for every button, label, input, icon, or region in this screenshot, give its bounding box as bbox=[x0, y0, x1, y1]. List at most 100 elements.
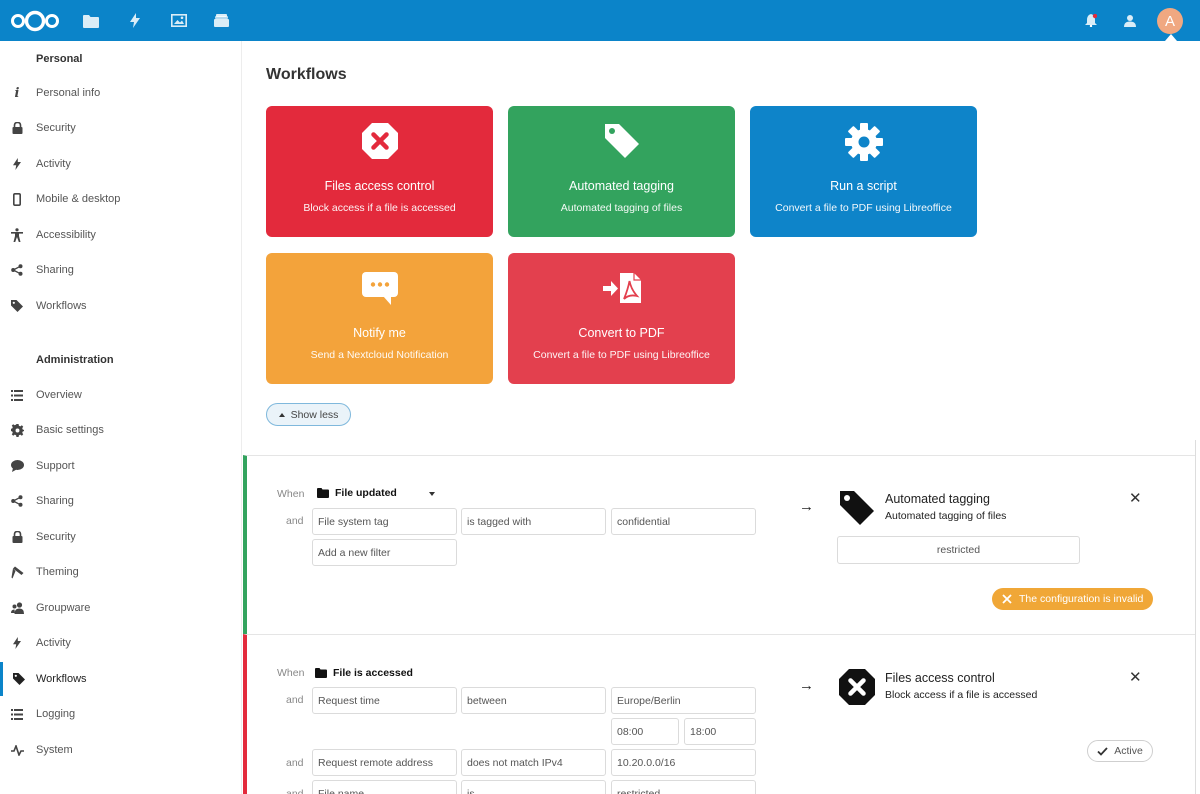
arrow-right-icon: → bbox=[799, 498, 814, 515]
check-value-input[interactable]: 10.20.0.0/16 bbox=[611, 749, 756, 776]
timezone-input[interactable]: Europe/Berlin bbox=[611, 687, 756, 714]
sidebar-item-workflows-personal[interactable]: Workflows bbox=[0, 289, 241, 323]
sidebar-item-label: Mobile & desktop bbox=[36, 193, 121, 205]
status-label: The configuration is invalid bbox=[1019, 593, 1144, 605]
gear-icon bbox=[750, 122, 977, 162]
time-from-input[interactable]: 08:00 bbox=[611, 718, 679, 745]
page-title: Workflows bbox=[266, 66, 347, 83]
check-operator-select[interactable]: is tagged with bbox=[461, 508, 606, 535]
scrollbar-track[interactable] bbox=[1195, 440, 1196, 794]
card-run-a-script[interactable]: Run a script Convert a file to PDF using… bbox=[750, 106, 977, 237]
deck-stack-icon[interactable] bbox=[213, 0, 230, 41]
sidebar-item-theming[interactable]: Theming bbox=[0, 555, 241, 589]
sidebar-item-label: Sharing bbox=[36, 495, 74, 507]
sidebar-item-label: Personal info bbox=[36, 87, 101, 99]
check-field-select[interactable]: File name bbox=[312, 780, 457, 794]
card-automated-tagging[interactable]: Automated tagging Automated tagging of f… bbox=[508, 106, 735, 237]
sidebar-item-workflows[interactable]: Workflows bbox=[0, 662, 241, 696]
lock-icon bbox=[10, 530, 24, 544]
sidebar-item-logging[interactable]: Logging bbox=[0, 697, 241, 731]
lightning-icon bbox=[10, 636, 24, 650]
nextcloud-logo-icon[interactable] bbox=[10, 0, 60, 41]
sidebar-item-mobile-desktop[interactable]: Mobile & desktop bbox=[0, 182, 241, 216]
user-avatar[interactable]: A bbox=[1157, 8, 1183, 34]
show-less-label: Show less bbox=[290, 408, 339, 421]
event-label: File updated bbox=[335, 487, 397, 499]
card-convert-to-pdf[interactable]: Convert to PDF Convert a file to PDF usi… bbox=[508, 253, 735, 384]
sidebar-item-label: Logging bbox=[36, 708, 76, 720]
person-icon bbox=[10, 228, 24, 242]
group-icon bbox=[10, 601, 24, 615]
check-value-input[interactable]: restricted bbox=[611, 780, 756, 794]
status-badge-active[interactable]: Active bbox=[1087, 740, 1153, 762]
card-files-access-control[interactable]: Files access control Block access if a f… bbox=[266, 106, 493, 237]
sidebar-item-system[interactable]: System bbox=[0, 733, 241, 767]
sidebar-item-label: Activity bbox=[36, 637, 71, 649]
photos-image-icon[interactable] bbox=[170, 0, 187, 41]
section-title-administration: Administration bbox=[36, 354, 114, 366]
sidebar-item-sharing-admin[interactable]: Sharing bbox=[0, 484, 241, 518]
sidebar-item-security-admin[interactable]: Security bbox=[0, 520, 241, 554]
and-label: and bbox=[286, 515, 304, 527]
show-less-button[interactable]: Show less bbox=[266, 403, 351, 426]
operation-subtitle: Block access if a file is accessed bbox=[885, 689, 1038, 701]
share-icon bbox=[10, 494, 24, 508]
sidebar-item-activity-admin[interactable]: Activity bbox=[0, 626, 241, 660]
notifications-bell-icon[interactable] bbox=[1084, 0, 1098, 41]
check-value-input[interactable]: confidential bbox=[611, 508, 756, 535]
sidebar-item-label: Groupware bbox=[36, 602, 91, 614]
check-field-select[interactable]: Request time bbox=[312, 687, 457, 714]
sidebar-item-activity[interactable]: Activity bbox=[0, 147, 241, 181]
block-x-icon bbox=[838, 668, 876, 711]
activity-lightning-icon[interactable] bbox=[128, 0, 142, 41]
sidebar-item-overview[interactable]: Overview bbox=[0, 378, 241, 412]
add-filter-select[interactable]: Add a new filter bbox=[312, 539, 457, 566]
card-title: Automated tagging bbox=[569, 179, 674, 193]
sidebar-item-accessibility[interactable]: Accessibility bbox=[0, 218, 241, 252]
check-operator-select[interactable]: is bbox=[461, 780, 606, 794]
event-select[interactable]: File is accessed bbox=[315, 667, 413, 679]
notification-bubble-icon bbox=[266, 269, 493, 309]
operation-title: Automated tagging bbox=[885, 492, 990, 506]
check-field-select[interactable]: Request remote address bbox=[312, 749, 457, 776]
block-x-icon bbox=[266, 122, 493, 162]
sidebar-item-label: Sharing bbox=[36, 264, 74, 276]
time-to-input[interactable]: 18:00 bbox=[684, 718, 756, 745]
sidebar-item-label: Basic settings bbox=[36, 424, 104, 436]
card-subtitle: Convert a file to PDF using Libreoffice bbox=[533, 349, 710, 361]
paint-icon bbox=[10, 565, 24, 579]
sidebar-item-label: Theming bbox=[36, 566, 79, 578]
phone-icon bbox=[10, 192, 24, 206]
chevron-down-icon[interactable] bbox=[429, 492, 435, 496]
sidebar-item-personal-info[interactable]: i Personal info bbox=[0, 76, 241, 110]
sidebar-item-sharing[interactable]: Sharing bbox=[0, 253, 241, 287]
event-select[interactable]: File updated bbox=[317, 487, 397, 499]
sidebar-item-security[interactable]: Security bbox=[0, 111, 241, 145]
arrow-right-icon: → bbox=[799, 677, 814, 694]
sidebar-item-label: Support bbox=[36, 460, 75, 472]
check-operator-select[interactable]: between bbox=[461, 687, 606, 714]
status-badge-invalid[interactable]: The configuration is invalid bbox=[992, 588, 1153, 610]
close-icon bbox=[1002, 594, 1012, 604]
check-field-select[interactable]: File system tag bbox=[312, 508, 457, 535]
sidebar-item-label: Workflows bbox=[36, 300, 87, 312]
close-icon[interactable]: ✕ bbox=[1129, 668, 1142, 686]
sidebar-item-basic-settings[interactable]: Basic settings bbox=[0, 413, 241, 447]
list-icon bbox=[10, 707, 24, 721]
contacts-icon[interactable] bbox=[1123, 0, 1137, 41]
tag-value-input[interactable]: restricted bbox=[837, 536, 1080, 564]
tag-icon bbox=[10, 299, 24, 313]
close-icon[interactable]: ✕ bbox=[1129, 489, 1142, 507]
check-operator-select[interactable]: does not match IPv4 bbox=[461, 749, 606, 776]
card-subtitle: Block access if a file is accessed bbox=[303, 202, 456, 214]
files-folder-icon[interactable] bbox=[82, 0, 100, 41]
card-notify-me[interactable]: Notify me Send a Nextcloud Notification bbox=[266, 253, 493, 384]
card-title: Notify me bbox=[353, 326, 406, 340]
lock-icon bbox=[10, 121, 24, 135]
sidebar-item-groupware[interactable]: Groupware bbox=[0, 591, 241, 625]
event-label: File is accessed bbox=[333, 667, 413, 679]
tag-icon bbox=[838, 489, 876, 532]
sidebar-item-label: Workflows bbox=[36, 673, 87, 685]
pdf-convert-icon bbox=[508, 269, 735, 309]
sidebar-item-support[interactable]: Support bbox=[0, 449, 241, 483]
